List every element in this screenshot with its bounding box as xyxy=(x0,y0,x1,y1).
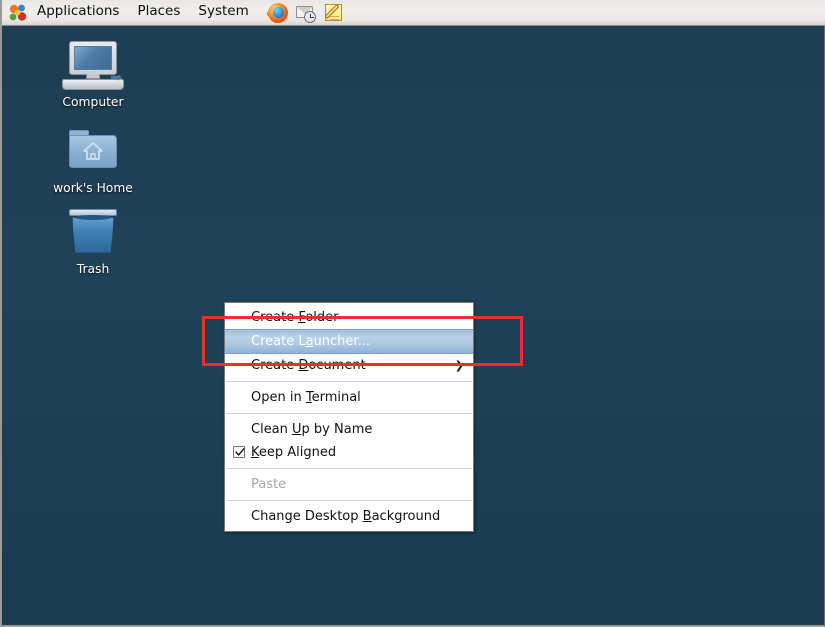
menu-item-label: Create Folder xyxy=(251,310,339,325)
page-line xyxy=(329,18,339,20)
menu-item-label: Change Desktop Background xyxy=(251,509,441,524)
menu-item-create-folder[interactable]: Create Folder xyxy=(225,306,473,329)
menu-item-label: Keep Aligned xyxy=(251,445,337,460)
house-glyph xyxy=(82,142,104,160)
panel-menu-applications[interactable]: Applications xyxy=(28,2,128,23)
menu-item-label: Paste xyxy=(251,477,287,492)
panel-menu-system[interactable]: System xyxy=(189,2,257,23)
firefox-icon[interactable] xyxy=(265,2,289,24)
monitor-screen xyxy=(74,46,112,70)
desktop-icon-computer[interactable]: ➥ Computer xyxy=(39,40,147,109)
clock-hand-hour xyxy=(309,16,314,18)
submenu-arrow-icon: ❯ xyxy=(454,359,464,372)
menu-separator xyxy=(226,500,472,501)
menu-separator xyxy=(226,468,472,469)
network-arrow-icon: ➥ xyxy=(111,71,122,86)
trash-icon xyxy=(39,207,147,259)
firefox-globe xyxy=(272,6,284,18)
desktop-context-menu[interactable]: Create Folder Create Launcher... Create Do… xyxy=(224,302,474,532)
menu-item-label: Create Document xyxy=(251,358,366,373)
menu-separator xyxy=(226,413,472,414)
menu-item-label: Create Launcher... xyxy=(251,334,370,349)
clock-shape xyxy=(303,10,316,23)
evolution-mail-icon[interactable] xyxy=(295,2,317,24)
trash-can-body xyxy=(72,217,114,253)
computer-icon: ➥ xyxy=(39,40,147,92)
desktop-icon-home[interactable]: work's Home xyxy=(39,126,147,195)
desktop-background[interactable]: Applications Places System ➥ Computer wo… xyxy=(0,0,825,627)
desktop-icon-label: Computer xyxy=(62,95,124,109)
trash-opening xyxy=(75,215,111,220)
checkbox-keep-aligned[interactable] xyxy=(233,446,245,458)
gnome-foot-icon[interactable] xyxy=(8,3,28,23)
menu-item-create-launcher[interactable]: Create Launcher... xyxy=(225,329,473,354)
desktop-icon-trash[interactable]: Trash xyxy=(39,207,147,276)
menu-item-label: Clean Up by Name xyxy=(251,422,373,437)
desktop-icon-label: Trash xyxy=(76,262,110,276)
menu-item-change-desktop-background[interactable]: Change Desktop Background xyxy=(225,505,473,528)
menu-item-create-document[interactable]: Create Document ❯ xyxy=(225,354,473,377)
text-editor-icon[interactable] xyxy=(323,2,345,24)
home-folder-icon xyxy=(39,126,147,178)
menu-item-paste: Paste xyxy=(225,473,473,496)
top-panel: Applications Places System xyxy=(2,0,825,26)
menu-item-clean-up-by-name[interactable]: Clean Up by Name xyxy=(225,418,473,441)
menu-item-label: Open in Terminal xyxy=(251,390,361,405)
menu-item-open-in-terminal[interactable]: Open in Terminal xyxy=(225,386,473,409)
monitor-shape xyxy=(69,41,117,75)
panel-menu-places[interactable]: Places xyxy=(128,2,189,23)
desktop-icon-label: work's Home xyxy=(53,181,133,195)
menu-separator xyxy=(226,381,472,382)
page-line xyxy=(329,15,339,17)
menu-item-keep-aligned[interactable]: Keep Aligned xyxy=(225,441,473,464)
